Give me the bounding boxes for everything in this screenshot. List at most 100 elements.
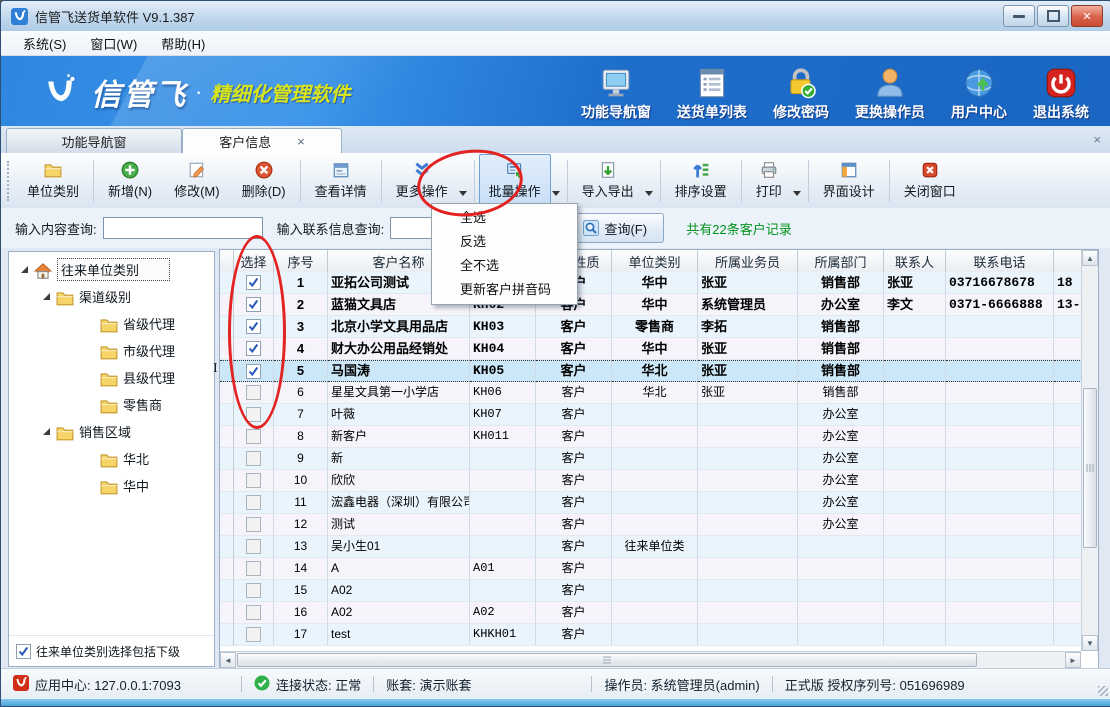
tree-node-province-agent[interactable]: 省级代理: [9, 310, 214, 337]
extra-cell[interactable]: [1054, 470, 1081, 492]
customer-code-cell[interactable]: [470, 514, 536, 536]
tree-node-central-china[interactable]: 华中: [9, 472, 214, 499]
extra-cell[interactable]: [1054, 624, 1081, 646]
index-cell[interactable]: 10: [274, 470, 328, 492]
index-cell[interactable]: 5: [274, 360, 328, 382]
contact-cell[interactable]: [884, 426, 946, 448]
phone-cell[interactable]: [946, 558, 1054, 580]
unit-nature-cell[interactable]: 客户: [536, 382, 612, 404]
menu-help[interactable]: 帮助(H): [149, 31, 217, 56]
switch-operator-button[interactable]: 更换操作员: [849, 62, 931, 124]
salesman-cell[interactable]: 张亚: [698, 272, 798, 294]
row-checkbox[interactable]: [246, 495, 261, 510]
table-row[interactable]: 2蓝猫文具店KH02客户华中系统管理员办公室李文0371-666688813-: [220, 294, 1081, 316]
customer-code-cell[interactable]: [470, 580, 536, 602]
index-cell[interactable]: 1: [274, 272, 328, 294]
scroll-up-button[interactable]: ▲: [1082, 250, 1098, 266]
customer-code-cell[interactable]: [470, 448, 536, 470]
salesman-cell[interactable]: [698, 580, 798, 602]
minimize-button[interactable]: [1003, 5, 1035, 27]
content-query-input[interactable]: [103, 217, 263, 239]
tabstrip-close-icon[interactable]: ×: [1093, 132, 1101, 147]
department-cell[interactable]: 办公室: [798, 426, 884, 448]
phone-cell[interactable]: 0371-6666888: [946, 294, 1054, 316]
vertical-scrollbar[interactable]: ▲ ▼: [1081, 250, 1098, 651]
table-row[interactable]: 17testKHKH01客户: [220, 624, 1081, 646]
salesman-cell[interactable]: [698, 536, 798, 558]
department-cell[interactable]: 销售部: [798, 382, 884, 404]
index-cell[interactable]: 13: [274, 536, 328, 558]
row-checkbox[interactable]: [246, 407, 261, 422]
unit-category-cell[interactable]: 华中: [612, 294, 698, 316]
salesman-cell[interactable]: [698, 492, 798, 514]
department-cell[interactable]: 办公室: [798, 492, 884, 514]
scroll-left-button[interactable]: ◄: [220, 652, 236, 668]
unit-category-cell[interactable]: [612, 558, 698, 580]
ui-design-button[interactable]: 界面设计: [813, 154, 885, 208]
department-cell[interactable]: 办公室: [798, 470, 884, 492]
row-checkbox[interactable]: [246, 605, 261, 620]
phone-cell[interactable]: [946, 624, 1054, 646]
contact-cell[interactable]: [884, 580, 946, 602]
contact-cell[interactable]: [884, 382, 946, 404]
salesman-cell[interactable]: [698, 514, 798, 536]
extra-cell[interactable]: [1054, 514, 1081, 536]
extra-cell[interactable]: [1054, 580, 1081, 602]
row-checkbox[interactable]: [246, 319, 261, 334]
index-cell[interactable]: 16: [274, 602, 328, 624]
select-cell[interactable]: [234, 514, 274, 536]
salesman-cell[interactable]: 李拓: [698, 316, 798, 338]
menu-window[interactable]: 窗口(W): [78, 31, 149, 56]
customer-name-cell[interactable]: 马国涛: [328, 360, 470, 382]
unit-nature-cell[interactable]: 客户: [536, 602, 612, 624]
maximize-button[interactable]: [1037, 5, 1069, 27]
contact-cell[interactable]: [884, 316, 946, 338]
unit-nature-cell[interactable]: 客户: [536, 580, 612, 602]
phone-cell[interactable]: [946, 338, 1054, 360]
table-row[interactable]: 14AA01客户: [220, 558, 1081, 580]
tab-nav-window[interactable]: 功能导航窗: [6, 128, 182, 153]
row-checkbox[interactable]: [246, 364, 261, 379]
unit-category-cell[interactable]: 往来单位类: [612, 536, 698, 558]
extra-cell[interactable]: [1054, 492, 1081, 514]
contact-cell[interactable]: 李文: [884, 294, 946, 316]
select-cell[interactable]: [234, 602, 274, 624]
select-cell[interactable]: [234, 338, 274, 360]
salesman-cell[interactable]: 张亚: [698, 360, 798, 382]
customer-name-cell[interactable]: 测试: [328, 514, 470, 536]
tree-node-county-agent[interactable]: 县级代理: [9, 364, 214, 391]
scroll-down-button[interactable]: ▼: [1082, 635, 1098, 651]
menu-system[interactable]: 系统(S): [11, 31, 78, 56]
table-row[interactable]: 10欣欣客户办公室: [220, 470, 1081, 492]
tree-expander-icon[interactable]: [21, 266, 28, 273]
select-cell[interactable]: [234, 426, 274, 448]
select-cell[interactable]: [234, 448, 274, 470]
department-cell[interactable]: 销售部: [798, 272, 884, 294]
unit-category-cell[interactable]: 华中: [612, 272, 698, 294]
select-cell[interactable]: [234, 404, 274, 426]
table-row[interactable]: 11浤鑫电器（深圳）有限公司客户办公室: [220, 492, 1081, 514]
contact-cell[interactable]: [884, 360, 946, 382]
contact-cell[interactable]: [884, 602, 946, 624]
select-cell[interactable]: [234, 624, 274, 646]
phone-cell[interactable]: [946, 382, 1054, 404]
customer-name-cell[interactable]: 欣欣: [328, 470, 470, 492]
table-row[interactable]: 3北京小学文具用品店KH03客户零售商李拓销售部: [220, 316, 1081, 338]
index-cell[interactable]: 17: [274, 624, 328, 646]
contact-cell[interactable]: [884, 492, 946, 514]
index-cell[interactable]: 9: [274, 448, 328, 470]
row-checkbox[interactable]: [246, 583, 261, 598]
tab-customer-info[interactable]: 客户信息 ×: [182, 128, 342, 153]
unit-nature-cell[interactable]: 客户: [536, 426, 612, 448]
department-cell[interactable]: 销售部: [798, 338, 884, 360]
phone-cell[interactable]: [946, 514, 1054, 536]
select-cell[interactable]: [234, 580, 274, 602]
customer-code-cell[interactable]: KH07: [470, 404, 536, 426]
salesman-cell[interactable]: [698, 448, 798, 470]
phone-cell[interactable]: [946, 492, 1054, 514]
table-row[interactable]: 12测试客户办公室: [220, 514, 1081, 536]
select-cell[interactable]: [234, 558, 274, 580]
unit-category-cell[interactable]: 华北: [612, 360, 698, 382]
row-checkbox[interactable]: [246, 297, 261, 312]
customer-name-cell[interactable]: 北京小学文具用品店: [328, 316, 470, 338]
